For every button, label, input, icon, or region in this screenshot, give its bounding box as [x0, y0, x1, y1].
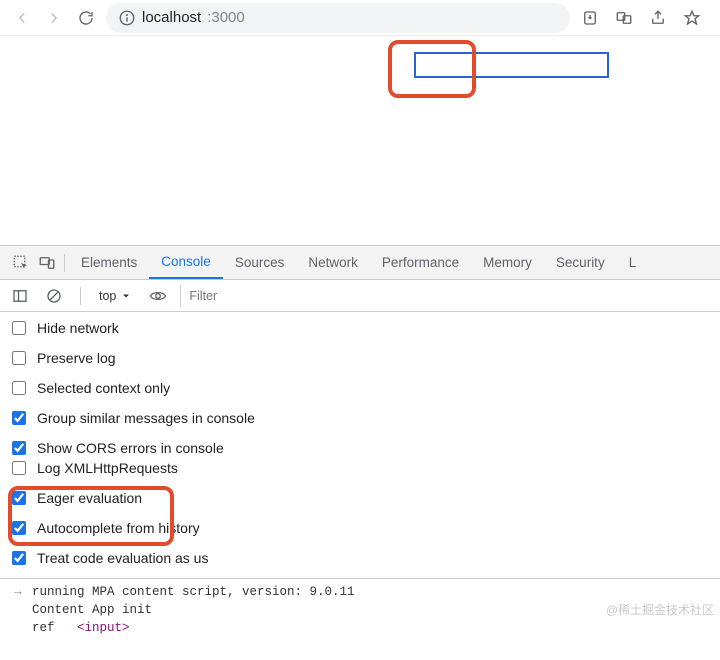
clear-console-icon[interactable]: [42, 284, 66, 308]
checkbox[interactable]: [12, 551, 26, 565]
checkbox[interactable]: [12, 351, 26, 365]
checkbox[interactable]: [12, 491, 26, 505]
tab-security[interactable]: Security: [544, 247, 617, 278]
checkbox[interactable]: [12, 521, 26, 535]
option-label: Treat code evaluation as us: [37, 550, 208, 566]
log-line: running MPA content script, version: 9.0…: [0, 583, 720, 601]
options-right-column: Log XMLHttpRequests Eager evaluation Autoc…: [8, 458, 208, 568]
console-settings: Hide network Preserve log Selected context…: [0, 312, 720, 579]
inspect-icon[interactable]: [8, 251, 34, 275]
log-element-tag: <input>: [77, 621, 130, 635]
log-line: ref <input>: [0, 619, 720, 637]
console-subbar: top: [0, 280, 720, 312]
tab-performance[interactable]: Performance: [370, 247, 471, 278]
browser-toolbar: localhost :3000: [0, 0, 720, 36]
option-label: Selected context only: [37, 380, 170, 396]
console-sidebar-toggle-icon[interactable]: [8, 284, 32, 308]
back-button[interactable]: [10, 6, 34, 30]
watermark: @稀土掘金技术社区: [606, 601, 714, 618]
option-label: Show CORS errors in console: [37, 440, 224, 456]
bookmark-icon[interactable]: [680, 6, 704, 30]
live-expression-icon[interactable]: [146, 284, 170, 308]
share-icon[interactable]: [646, 6, 670, 30]
tab-network[interactable]: Network: [296, 247, 370, 278]
reload-button[interactable]: [74, 6, 98, 30]
option-label: Eager evaluation: [37, 490, 142, 506]
console-output: running MPA content script, version: 9.0…: [0, 579, 720, 657]
option-selected-context-only[interactable]: Selected context only: [8, 378, 508, 398]
option-hide-network[interactable]: Hide network: [8, 318, 508, 338]
option-log-xmlhttprequests[interactable]: Log XMLHttpRequests: [8, 458, 208, 478]
install-icon[interactable]: [578, 6, 602, 30]
option-label: Autocomplete from history: [37, 520, 200, 536]
toolbar-right-icons: [578, 6, 710, 30]
tab-more[interactable]: L: [617, 247, 637, 278]
checkbox[interactable]: [12, 381, 26, 395]
option-autocomplete-from-history[interactable]: Autocomplete from history: [8, 518, 208, 538]
tab-sources[interactable]: Sources: [223, 247, 297, 278]
option-label: Preserve log: [37, 350, 116, 366]
page-text-input[interactable]: [414, 52, 609, 78]
tab-elements[interactable]: Elements: [69, 247, 149, 278]
filter-input[interactable]: [180, 285, 280, 307]
forward-button[interactable]: [42, 6, 66, 30]
checkbox[interactable]: [12, 411, 26, 425]
separator: [80, 287, 81, 305]
address-bar[interactable]: localhost :3000: [106, 3, 570, 33]
tab-console[interactable]: Console: [149, 246, 223, 279]
context-label: top: [99, 289, 116, 303]
checkbox[interactable]: [12, 461, 26, 475]
translate-icon[interactable]: [612, 6, 636, 30]
page-viewport: [0, 36, 720, 246]
option-treat-code-evaluation-as-us[interactable]: Treat code evaluation as us: [8, 548, 208, 568]
checkbox[interactable]: [12, 441, 26, 455]
option-eager-evaluation[interactable]: Eager evaluation: [8, 488, 208, 508]
url-host: localhost: [142, 9, 201, 26]
separator: [64, 254, 65, 272]
url-port: :3000: [207, 9, 245, 26]
option-label: Hide network: [37, 320, 119, 336]
info-icon: [118, 6, 136, 30]
log-text: ref: [32, 621, 77, 635]
option-label: Group similar messages in console: [37, 410, 255, 426]
context-selector[interactable]: top: [95, 287, 136, 305]
option-group-similar-messages-in-console[interactable]: Group similar messages in console: [8, 408, 508, 428]
option-preserve-log[interactable]: Preserve log: [8, 348, 508, 368]
option-label: Log XMLHttpRequests: [37, 460, 178, 476]
option-show-cors-errors-in-console[interactable]: Show CORS errors in console: [8, 438, 508, 458]
devtools-tabbar: Elements Console Sources Network Perform…: [0, 246, 720, 280]
options-left-column: Hide network Preserve log Selected context…: [8, 318, 508, 458]
device-toggle-icon[interactable]: [34, 251, 60, 275]
tab-memory[interactable]: Memory: [471, 247, 544, 278]
checkbox[interactable]: [12, 321, 26, 335]
